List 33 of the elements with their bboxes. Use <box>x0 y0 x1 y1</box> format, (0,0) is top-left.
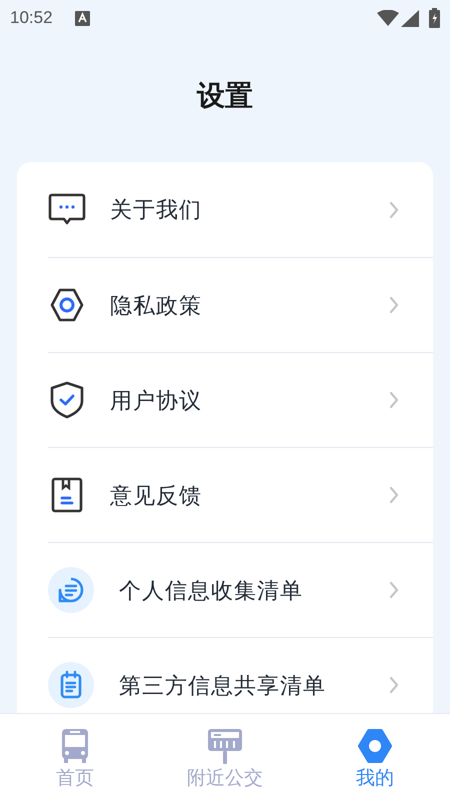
settings-icon <box>357 728 393 764</box>
menu-label: 个人信息收集清单 <box>119 576 304 604</box>
settings-icon <box>48 286 86 324</box>
notebook-icon <box>50 477 84 513</box>
wifi-icon <box>377 10 399 26</box>
menu-item[interactable]: 关于我们 <box>48 162 433 257</box>
menu-label: 隐私政策 <box>110 292 203 320</box>
bus-stop-sign-icon <box>207 728 243 764</box>
message-icon <box>48 192 86 226</box>
battery-icon <box>429 8 440 28</box>
shield-check-icon <box>49 381 85 419</box>
status-time: 10:52 <box>10 7 53 30</box>
chevron-icon <box>389 200 399 218</box>
menu-item[interactable]: 个人信息收集清单 <box>48 542 433 637</box>
chevron-icon <box>389 391 399 409</box>
chevron-icon <box>389 486 399 504</box>
bus-icon <box>61 728 89 764</box>
menu-item[interactable]: 用户协议 <box>48 352 433 447</box>
menu-item[interactable]: 隐私政策 <box>48 257 433 352</box>
chevron-icon <box>389 296 399 314</box>
chevron-icon <box>389 581 399 599</box>
chevron-icon <box>389 676 399 694</box>
clipboard-icon <box>48 662 94 708</box>
menu-label: 用户协议 <box>110 386 203 414</box>
message-icon <box>48 567 94 613</box>
page-title: 设置 <box>197 79 253 113</box>
nav-tab[interactable]: 我的 <box>300 714 450 800</box>
signal-icon <box>401 10 419 26</box>
menu-item[interactable]: 意见反馈 <box>48 447 433 542</box>
menu-label: 意见反馈 <box>110 482 203 510</box>
menu-label: 关于我们 <box>110 196 203 224</box>
menu-label: 第三方信息共享清单 <box>119 672 327 700</box>
keyboard-icon <box>74 10 90 26</box>
